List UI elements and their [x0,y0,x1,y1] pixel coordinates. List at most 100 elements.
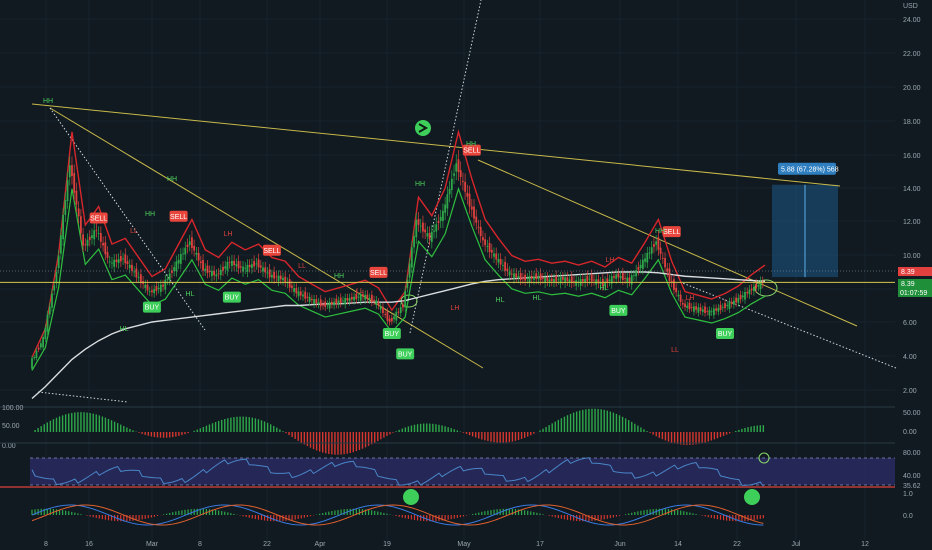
candle-body [297,291,300,297]
buy-signal: BUY [718,331,733,338]
candle-body [310,298,313,300]
price-tick-label: 4.00 [903,354,917,361]
time-tick-label: 22 [263,541,271,548]
candle-body [470,206,473,210]
candle-body [164,279,167,290]
pivot-label: LH [224,231,233,238]
measure-label: 5.88 (67.28%) 568 [781,167,839,174]
candle-body [75,190,78,205]
candle-body [608,279,611,282]
candle-body [457,159,460,173]
candle-body [155,286,158,291]
price-tick-label: 22.00 [903,51,921,58]
candle-body [410,247,413,268]
candle-body [335,298,338,305]
pivot-label: LL [298,263,306,270]
candle-body [430,231,433,243]
candle-body [119,256,122,262]
candle-body [573,281,575,282]
candle-body [526,278,529,280]
candle-body [630,275,633,285]
candle-body [222,266,224,271]
candle-body [408,263,411,278]
pivot-label: HH [466,141,476,148]
candle-body [211,271,213,277]
osc2-right-tick: 80.00 [903,450,921,457]
candle-body [93,230,96,240]
candle-body [135,268,138,278]
candle-body [186,244,189,248]
candle-body [424,229,427,233]
candle-body [257,259,260,268]
candle-body [541,278,544,280]
candle-body [433,230,435,232]
candle-body [406,279,409,288]
candle-body [628,277,631,282]
pivot-label: HL [533,295,542,302]
pivot-label: HH [655,228,665,235]
candle-body [37,347,40,350]
price-tick-label: 18.00 [903,119,921,126]
candle-body [115,259,118,262]
arrow-signal-icon [415,120,431,136]
candle-body [399,307,402,313]
candle-body [319,299,322,307]
candle-body [488,242,491,252]
candle-body [179,254,182,264]
candle-body [442,210,444,221]
candle-body [364,294,367,300]
candle-body [31,358,33,369]
candle-body [235,264,238,267]
candle-body [333,301,335,306]
last-price-tag: 8.39 [901,269,915,276]
candle-body [131,264,133,271]
candle-body [224,266,227,269]
candle-body [581,279,584,282]
candle-body [295,288,298,294]
time-tick-label: May [457,541,471,548]
candle-body [684,303,686,308]
candle-body [302,294,304,297]
candle-body [324,301,327,307]
trading-chart[interactable]: 5.88 (67.28%) 568 BUY BUY BUY BUY BUY BUY SELL… [0,0,932,550]
candle-body [288,279,291,288]
candle-body [504,261,507,271]
candle-body [71,165,73,177]
price-tick-label: 14.00 [903,186,921,193]
candle-body [228,262,231,263]
candle-body [315,299,318,304]
candle-body [66,180,69,201]
candle-body [177,259,180,264]
sell-signal: SELL [663,229,680,236]
candle-body [202,259,204,271]
candle-body [290,285,293,288]
buy-signal: BUY [145,305,160,312]
candle-body [204,268,207,271]
osc1-right-tick: 50.00 [903,410,921,417]
candle-body [197,252,200,261]
pivot-label: HH [415,181,425,188]
candle-body [499,258,502,265]
candle-body [757,285,760,287]
candle-body [448,188,451,195]
candle-body [752,286,755,292]
candle-body [306,296,309,298]
candle-body [539,273,542,281]
candle-body [62,214,64,240]
candle-body [126,261,129,265]
countdown-tag: 01:07:59 [900,290,927,297]
candle-body [550,278,553,282]
candle-body [548,279,551,282]
candle-body [337,300,340,305]
candle-body [393,316,395,320]
candle-body [402,304,404,308]
candle-body [519,273,522,280]
candle-body [673,279,675,290]
candle-body [528,275,531,283]
pivot-label: HH [334,273,344,280]
candle-body [188,241,191,246]
candle-body [195,252,198,255]
candle-body [453,173,455,176]
candle-body [373,300,375,302]
candle-body [437,221,440,224]
